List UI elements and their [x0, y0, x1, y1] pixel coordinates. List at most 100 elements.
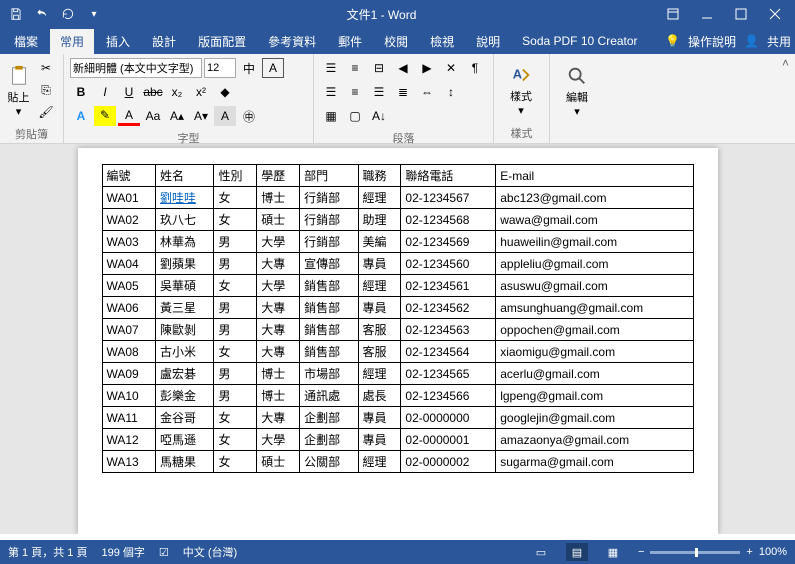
table-cell[interactable]: 大學: [257, 275, 300, 297]
table-header[interactable]: 學歷: [257, 165, 300, 187]
table-cell[interactable]: 林華為: [156, 231, 214, 253]
table-cell[interactable]: WA01: [102, 187, 156, 209]
table-cell[interactable]: 02-1234561: [401, 275, 496, 297]
table-cell[interactable]: 女: [214, 275, 257, 297]
table-header[interactable]: 職務: [358, 165, 401, 187]
table-cell[interactable]: 專員: [358, 429, 401, 451]
zoom-level[interactable]: 100%: [759, 546, 787, 558]
undo-icon[interactable]: [30, 3, 54, 25]
table-cell[interactable]: 02-0000001: [401, 429, 496, 451]
underline-button[interactable]: U: [118, 82, 140, 102]
tell-me-icon[interactable]: 💡: [665, 34, 680, 48]
table-cell[interactable]: 古小米: [156, 341, 214, 363]
table-cell[interactable]: 02-1234565: [401, 363, 496, 385]
table-cell[interactable]: 專員: [358, 407, 401, 429]
table-cell[interactable]: 02-0000000: [401, 407, 496, 429]
spell-check-icon[interactable]: ☑: [159, 546, 169, 559]
web-layout-icon[interactable]: ▦: [602, 543, 624, 561]
table-cell[interactable]: 02-1234560: [401, 253, 496, 275]
table-cell[interactable]: 啞馬遜: [156, 429, 214, 451]
align-left-icon[interactable]: ☰: [320, 82, 342, 102]
table-cell[interactable]: 02-1234569: [401, 231, 496, 253]
table-cell[interactable]: 經理: [358, 275, 401, 297]
tell-me-label[interactable]: 操作說明: [688, 33, 736, 50]
table-row[interactable]: WA05吳華碩女大學銷售部經理02-1234561asuswu@gmail.co…: [102, 275, 693, 297]
table-cell[interactable]: 銷售部: [300, 275, 358, 297]
table-cell[interactable]: amsunghuang@gmail.com: [496, 297, 693, 319]
table-cell[interactable]: amazaonya@gmail.com: [496, 429, 693, 451]
table-cell[interactable]: 行銷部: [300, 187, 358, 209]
table-cell[interactable]: 大專: [257, 253, 300, 275]
read-mode-icon[interactable]: ▭: [530, 543, 552, 561]
table-cell[interactable]: 女: [214, 341, 257, 363]
show-marks-icon[interactable]: ¶: [464, 58, 486, 78]
table-cell[interactable]: WA02: [102, 209, 156, 231]
tab-home[interactable]: 常用: [50, 29, 94, 54]
clear-formatting-icon[interactable]: ◆: [214, 82, 236, 102]
minimize-icon[interactable]: [691, 3, 723, 25]
table-cell[interactable]: sugarma@gmail.com: [496, 451, 693, 473]
italic-button[interactable]: I: [94, 82, 116, 102]
justify-icon[interactable]: ≣: [392, 82, 414, 102]
tab-file[interactable]: 檔案: [4, 29, 48, 54]
table-header[interactable]: 部門: [300, 165, 358, 187]
table-cell[interactable]: acerlu@gmail.com: [496, 363, 693, 385]
table-cell[interactable]: 女: [214, 429, 257, 451]
multilevel-icon[interactable]: ⊟: [368, 58, 390, 78]
tab-soda-pdf[interactable]: Soda PDF 10 Creator: [512, 30, 647, 52]
table-cell[interactable]: 專員: [358, 253, 401, 275]
table-cell[interactable]: 男: [214, 253, 257, 275]
table-cell[interactable]: WA12: [102, 429, 156, 451]
distribute-icon[interactable]: ⇔: [416, 82, 438, 102]
table-cell[interactable]: 助理: [358, 209, 401, 231]
table-row[interactable]: WA09盧宏碁男博士市場部經理02-1234565acerlu@gmail.co…: [102, 363, 693, 385]
table-cell[interactable]: WA09: [102, 363, 156, 385]
table-cell[interactable]: WA03: [102, 231, 156, 253]
increase-indent-icon[interactable]: ▶: [416, 58, 438, 78]
table-row[interactable]: WA07陳歐剝男大專銷售部客服02-1234563oppochen@gmail.…: [102, 319, 693, 341]
change-case-icon[interactable]: Aa: [142, 106, 164, 126]
numbering-icon[interactable]: ≡: [344, 58, 366, 78]
save-icon[interactable]: [4, 3, 28, 25]
table-row[interactable]: WA04劉蘋果男大專宣傳部專員02-1234560appleliu@gmail.…: [102, 253, 693, 275]
table-header[interactable]: 性別: [214, 165, 257, 187]
zoom-out-button[interactable]: −: [638, 546, 644, 558]
table-cell[interactable]: abc123@gmail.com: [496, 187, 693, 209]
table-cell[interactable]: xiaomigu@gmail.com: [496, 341, 693, 363]
table-cell[interactable]: 碩士: [257, 209, 300, 231]
table-cell[interactable]: appleliu@gmail.com: [496, 253, 693, 275]
table-cell[interactable]: 玖八七: [156, 209, 214, 231]
sort-icon[interactable]: A↓: [368, 106, 390, 126]
font-size-select[interactable]: 12: [204, 58, 236, 78]
table-cell[interactable]: oppochen@gmail.com: [496, 319, 693, 341]
table-cell[interactable]: 博士: [257, 363, 300, 385]
table-row[interactable]: WA02玖八七女碩士行銷部助理02-1234568wawa@gmail.com: [102, 209, 693, 231]
table-cell[interactable]: 處長: [358, 385, 401, 407]
table-cell[interactable]: 企劃部: [300, 429, 358, 451]
table-cell[interactable]: asuswu@gmail.com: [496, 275, 693, 297]
table-cell[interactable]: 劉蘋果: [156, 253, 214, 275]
phonetic-guide-icon[interactable]: 中: [238, 58, 260, 78]
font-name-select[interactable]: 新細明體 (本文中文字型): [70, 58, 202, 78]
table-cell[interactable]: WA13: [102, 451, 156, 473]
shading-icon[interactable]: ▦: [320, 106, 342, 126]
table-row[interactable]: WA11金谷哥女大專企劃部專員02-0000000googlejin@gmail…: [102, 407, 693, 429]
tab-references[interactable]: 參考資料: [258, 29, 326, 54]
text-effects-icon[interactable]: A: [70, 106, 92, 126]
table-cell[interactable]: 經理: [358, 187, 401, 209]
table-cell[interactable]: 大學: [257, 429, 300, 451]
close-icon[interactable]: [759, 3, 791, 25]
table-cell[interactable]: 陳歐剝: [156, 319, 214, 341]
redo-icon[interactable]: [56, 3, 80, 25]
decrease-indent-icon[interactable]: ◀: [392, 58, 414, 78]
table-cell[interactable]: 宣傳部: [300, 253, 358, 275]
table-cell[interactable]: 博士: [257, 385, 300, 407]
align-right-icon[interactable]: ☰: [368, 82, 390, 102]
table-cell[interactable]: 02-1234562: [401, 297, 496, 319]
tab-insert[interactable]: 插入: [96, 29, 140, 54]
table-cell[interactable]: 女: [214, 451, 257, 473]
table-cell[interactable]: WA04: [102, 253, 156, 275]
table-cell[interactable]: 金谷哥: [156, 407, 214, 429]
borders-icon[interactable]: ▢: [344, 106, 366, 126]
tab-layout[interactable]: 版面配置: [188, 29, 256, 54]
